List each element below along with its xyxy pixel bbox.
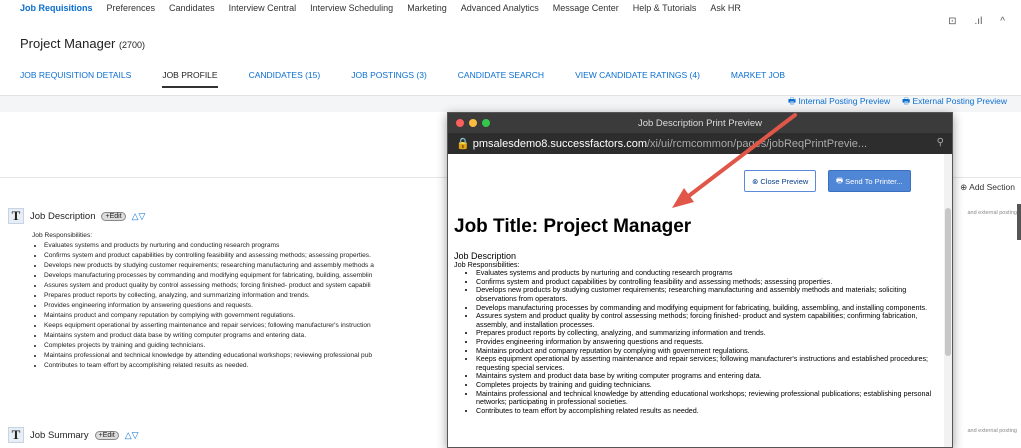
- header-icons: ⊡ .ıl ^: [948, 16, 1005, 27]
- tab-job-postings[interactable]: JOB POSTINGS (3): [351, 70, 427, 88]
- close-window-icon[interactable]: [456, 119, 464, 127]
- window-title: Job Description Print Preview: [637, 117, 763, 129]
- nav-help-tutorials[interactable]: Help & Tutorials: [633, 3, 697, 13]
- scrollbar-thumb[interactable]: [945, 208, 951, 356]
- send-to-printer-button[interactable]: 🖶 Send To Printer...: [828, 170, 911, 192]
- nav-marketing[interactable]: Marketing: [407, 3, 447, 13]
- list-item: Assures system and product quality by co…: [44, 281, 444, 291]
- printer-icon: 🖶: [788, 96, 799, 106]
- list-item: Prepares product reports by collecting, …: [44, 291, 444, 301]
- window-titlebar: Job Description Print Preview: [448, 113, 952, 133]
- printer-icon: 🖶: [836, 175, 846, 185]
- printer-icon: 🖶: [902, 96, 913, 106]
- job-description-title: Job Description: [30, 210, 96, 222]
- job-summary-title: Job Summary: [30, 429, 89, 441]
- close-circle-icon: ⊗: [752, 176, 761, 186]
- edit-button[interactable]: +Edit: [101, 211, 126, 221]
- tab-job-requisition-details[interactable]: JOB REQUISITION DETAILS: [20, 70, 131, 88]
- text-section-icon: T: [8, 208, 24, 224]
- move-arrows-icon[interactable]: △▽: [125, 430, 139, 441]
- job-description-header: T Job Description +Edit △▽: [8, 208, 145, 224]
- side-handle[interactable]: [1017, 204, 1021, 240]
- add-section-label: Add Section: [969, 182, 1015, 192]
- list-item: Completes projects by training and guidi…: [44, 341, 444, 351]
- chart-icon[interactable]: .ıl: [975, 16, 983, 27]
- job-summary-header: T Job Summary +Edit △▽: [8, 427, 139, 443]
- resp-list: Evaluates systems and products by nurtur…: [44, 241, 444, 371]
- page-header: Project Manager (2700) ⊡ .ıl ^ JOB REQUI…: [0, 16, 1021, 96]
- preview-resp-list: Evaluates systems and products by nurtur…: [476, 269, 940, 415]
- external-posting-label: External Posting Preview: [912, 96, 1008, 106]
- list-item: Maintains system and product data base b…: [44, 331, 444, 341]
- nav-preferences[interactable]: Preferences: [107, 3, 156, 13]
- page-title: Project Manager (2700): [20, 36, 145, 51]
- nav-job-requisitions[interactable]: Job Requisitions: [20, 3, 93, 13]
- tab-bar: JOB REQUISITION DETAILS JOB PROFILE CAND…: [20, 70, 816, 88]
- window-controls: [456, 119, 490, 127]
- chevron-up-icon[interactable]: ^: [1000, 16, 1005, 27]
- posting-links: 🖶 Internal Posting Preview 🖶 External Po…: [788, 96, 1007, 110]
- list-item: Develops new products by studying custom…: [476, 286, 940, 303]
- tab-job-profile[interactable]: JOB PROFILE: [162, 70, 218, 88]
- url-path: /xi/ui/rcmcommon/pages/jobReqPrintPrevie…: [647, 137, 868, 150]
- top-nav: Job Requisitions Preferences Candidates …: [0, 0, 1021, 16]
- list-item: Maintains product and company reputation…: [44, 311, 444, 321]
- req-id: (2700): [119, 40, 146, 50]
- tab-market-job[interactable]: MARKET JOB: [731, 70, 785, 88]
- send-to-printer-label: Send To Printer...: [845, 176, 903, 186]
- list-item: Keeps equipment operational by asserting…: [476, 354, 940, 372]
- list-item: Develops new products by studying custom…: [44, 261, 444, 271]
- tab-view-candidate-ratings[interactable]: VIEW CANDIDATE RATINGS (4): [575, 70, 700, 88]
- close-preview-button[interactable]: ⊗ Close Preview: [744, 170, 817, 192]
- minimize-window-icon[interactable]: [469, 119, 477, 127]
- external-posting-preview-link[interactable]: 🖶 External Posting Preview: [902, 96, 1007, 110]
- list-item: Contributes to team effort by accomplish…: [44, 361, 444, 371]
- nav-message-center[interactable]: Message Center: [553, 3, 619, 13]
- url-bar[interactable]: 🔒 pmsalesdemo8.successfactors.com /xi/ui…: [448, 133, 952, 154]
- internal-posting-preview-link[interactable]: 🖶 Internal Posting Preview: [788, 96, 890, 110]
- move-arrows-icon[interactable]: △▽: [132, 211, 146, 222]
- maximize-window-icon[interactable]: [482, 119, 490, 127]
- side-note-2: and external posting: [967, 428, 1017, 434]
- list-item: Keeps equipment operational by asserting…: [44, 321, 444, 331]
- tab-candidate-search[interactable]: CANDIDATE SEARCH: [458, 70, 544, 88]
- preview-body: ⊗ Close Preview 🖶 Send To Printer... Job…: [448, 154, 946, 447]
- internal-posting-label: Internal Posting Preview: [798, 96, 891, 106]
- list-item: Confirms system and product capabilities…: [44, 251, 444, 261]
- list-item: Maintains professional and technical kno…: [476, 389, 940, 407]
- close-preview-label: Close Preview: [760, 176, 809, 186]
- lock-icon: 🔒: [456, 138, 473, 150]
- list-item: Contributes to team effort by accomplish…: [476, 406, 940, 416]
- tab-candidates[interactable]: CANDIDATES (15): [249, 70, 321, 88]
- job-responsibilities: Job Responsibilities: Evaluates systems …: [32, 231, 444, 371]
- resp-label: Job Responsibilities:: [32, 232, 93, 239]
- play-icon[interactable]: ⊡: [948, 16, 956, 27]
- list-item: Develops manufacturing processes by comm…: [44, 271, 444, 281]
- preview-desc-heading: Job Description: [454, 251, 517, 261]
- list-item: Evaluates systems and products by nurtur…: [44, 241, 444, 251]
- list-item: Maintains professional and technical kno…: [44, 351, 444, 361]
- page-title-text: Project Manager: [20, 36, 116, 51]
- print-preview-window: Job Description Print Preview 🔒 pmsalesd…: [447, 112, 953, 448]
- nav-advanced-analytics[interactable]: Advanced Analytics: [461, 3, 539, 13]
- preview-scrollbar[interactable]: [944, 154, 952, 447]
- preview-job-title: Job Title: Project Manager: [454, 216, 692, 237]
- text-section-icon: T: [8, 427, 24, 443]
- preview-description: Job Description Job Responsibilities: Ev…: [454, 252, 940, 415]
- nav-interview-scheduling[interactable]: Interview Scheduling: [310, 3, 393, 13]
- side-note: and external posting: [967, 210, 1017, 216]
- edit-button[interactable]: +Edit: [94, 430, 119, 440]
- search-icon[interactable]: ⚲: [937, 137, 944, 148]
- url-host: pmsalesdemo8.successfactors.com: [472, 137, 647, 150]
- nav-ask-hr[interactable]: Ask HR: [710, 3, 741, 13]
- add-section-button[interactable]: ⊕ Add Section: [960, 182, 1015, 193]
- list-item: Provides engineering information by answ…: [44, 301, 444, 311]
- list-item: Assures system and product quality by co…: [476, 311, 940, 329]
- nav-candidates[interactable]: Candidates: [169, 3, 215, 13]
- nav-interview-central[interactable]: Interview Central: [229, 3, 297, 13]
- plus-circle-icon: ⊕: [960, 182, 970, 192]
